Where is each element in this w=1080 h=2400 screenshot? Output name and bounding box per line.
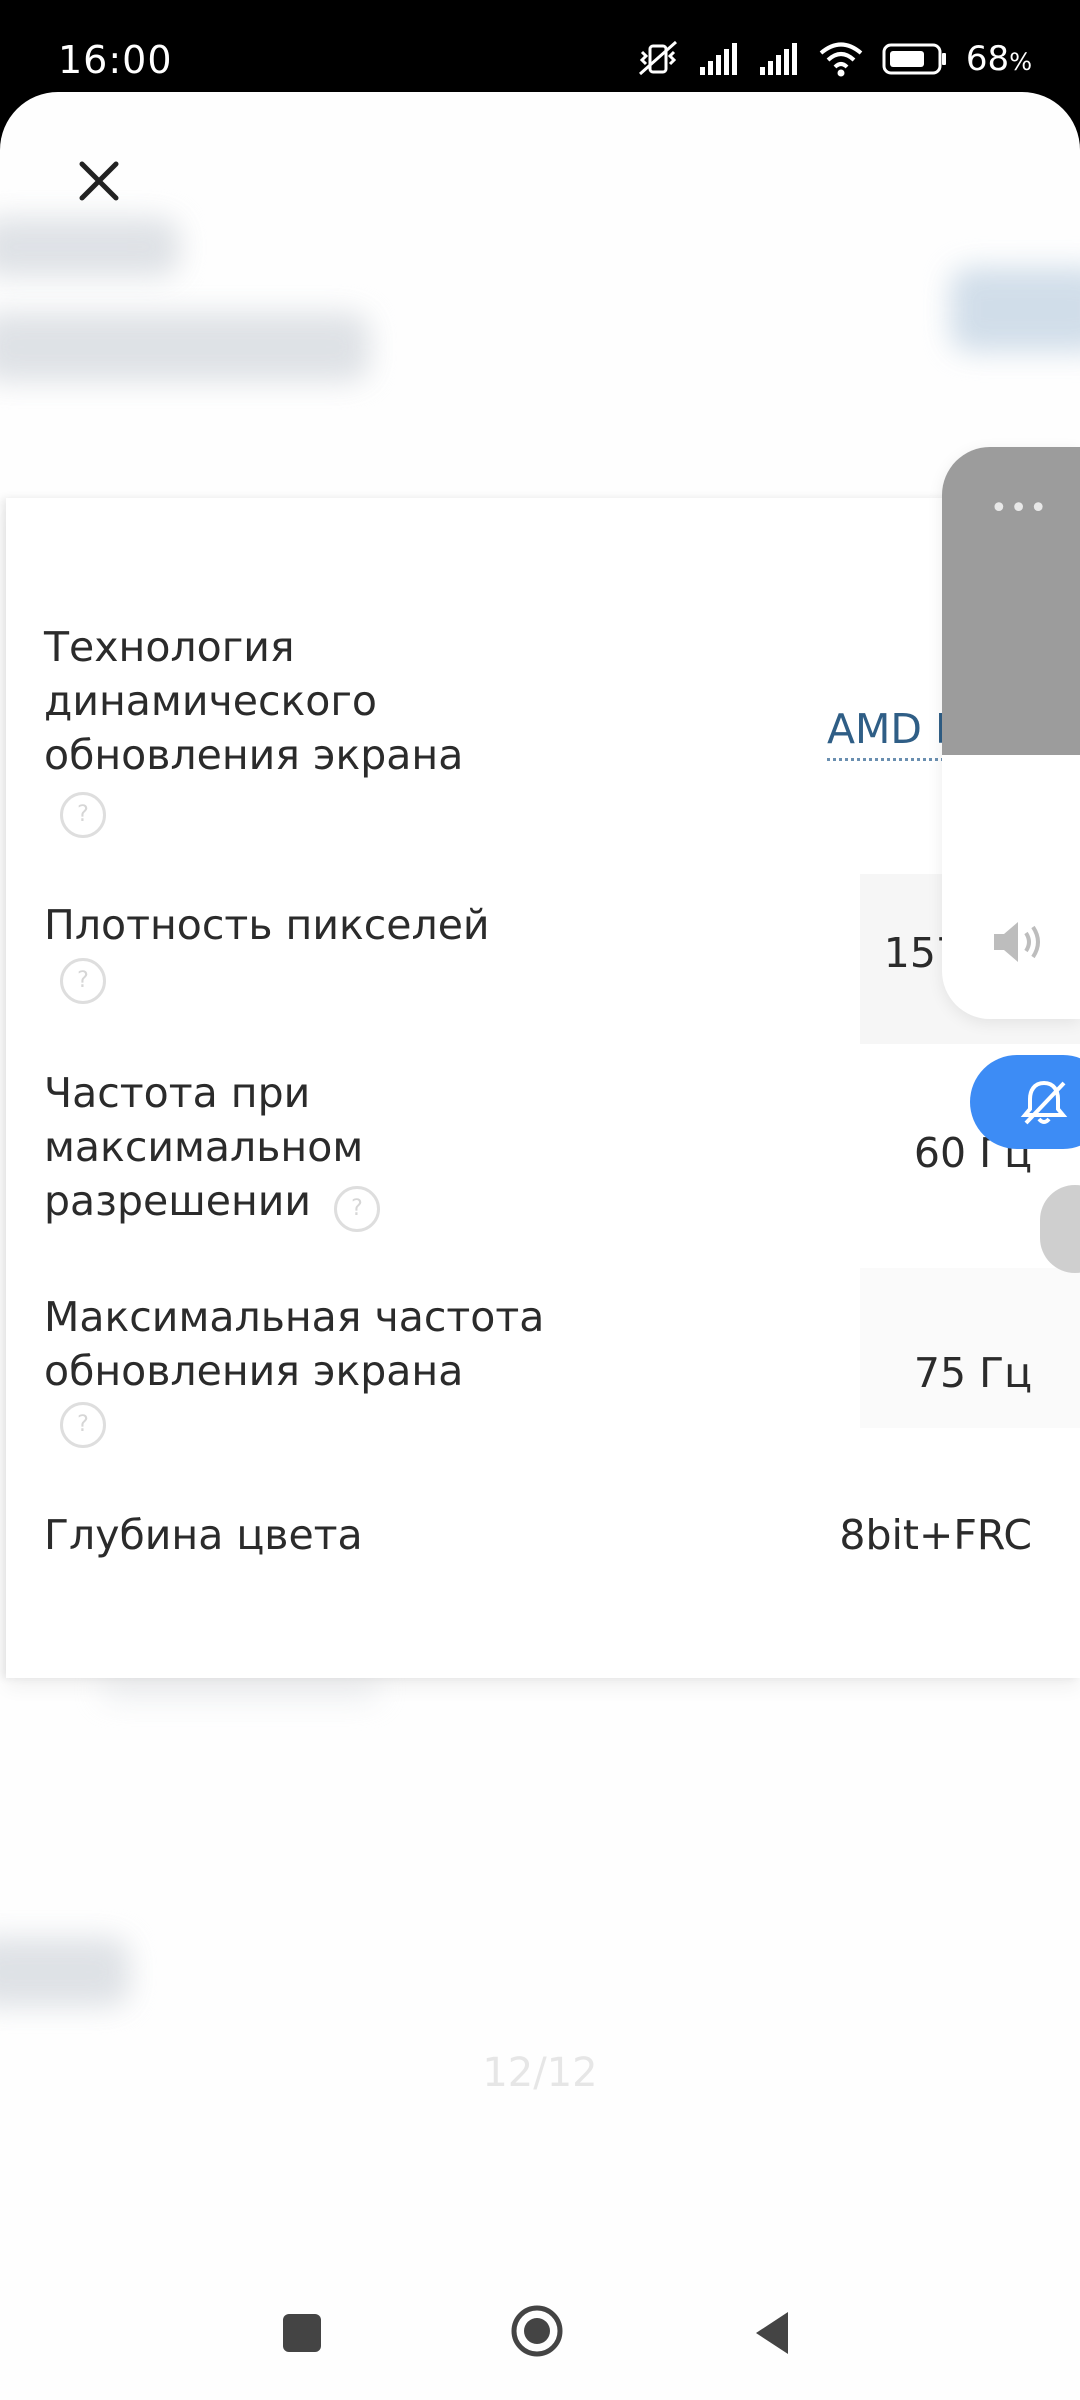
status-icons: 68% [636, 34, 1032, 84]
recents-button[interactable] [283, 2314, 321, 2352]
page-indicator: 12/12 [482, 2050, 598, 2096]
battery-percent-sign: % [1009, 48, 1032, 76]
blurred-heading [0, 217, 180, 277]
spec-row: Максимальная частота обновления экрана ?… [44, 1290, 1032, 1460]
spec-value: 75 Гц [913, 1349, 1032, 1397]
spec-label: Максимальная частота обновления экрана [44, 1293, 545, 1395]
signal-icon [759, 43, 797, 75]
spec-row: Плотность пикселей ? 157 [44, 898, 1032, 1038]
status-bar: 16:00 68% [0, 0, 1080, 95]
help-icon[interactable]: ? [334, 1186, 380, 1232]
blurred-heading-line2 [0, 312, 370, 382]
close-icon [79, 161, 119, 201]
help-icon[interactable]: ? [60, 1402, 106, 1448]
spec-label: Плотность пикселей [44, 901, 490, 949]
help-icon[interactable]: ? [60, 792, 106, 838]
mute-vibrate-icon [638, 40, 677, 76]
battery-percent: 68 [965, 39, 1010, 79]
spec-row: Технология динамического обновления экра… [44, 620, 1032, 850]
spec-card: Технология динамического обновления экра… [6, 498, 1080, 1678]
mute-toggle-button[interactable] [970, 1055, 1080, 1149]
volume-slider-fill[interactable]: ••• [942, 447, 1080, 755]
spec-label: Глубина цвета [44, 1511, 363, 1559]
wifi-icon [819, 42, 863, 77]
status-time: 16:00 [58, 38, 173, 82]
signal-icon [699, 43, 737, 75]
speaker-icon [994, 922, 1040, 962]
navigation-bar [0, 2305, 1080, 2400]
blurred-button [950, 267, 1080, 352]
more-options-icon[interactable]: ••• [990, 491, 1049, 526]
home-button[interactable] [510, 2304, 564, 2358]
back-button[interactable] [752, 2310, 792, 2356]
spec-row: Глубина цвета 8bit+FRC [44, 1508, 1032, 1578]
help-icon[interactable]: ? [60, 958, 106, 1004]
spec-label: Технология динамического обновления экра… [44, 623, 464, 779]
volume-panel[interactable]: ••• [942, 447, 1080, 1019]
spec-value: 8bit+FRC [839, 1511, 1032, 1559]
blurred-caption [0, 1937, 130, 2007]
blurred-card-shadow [100, 1677, 380, 1702]
battery-icon [882, 43, 946, 75]
close-button[interactable] [56, 138, 140, 222]
spec-row: Частота при максимальном разрешении ? 60… [44, 1066, 1032, 1246]
bell-off-icon [1020, 1080, 1068, 1125]
